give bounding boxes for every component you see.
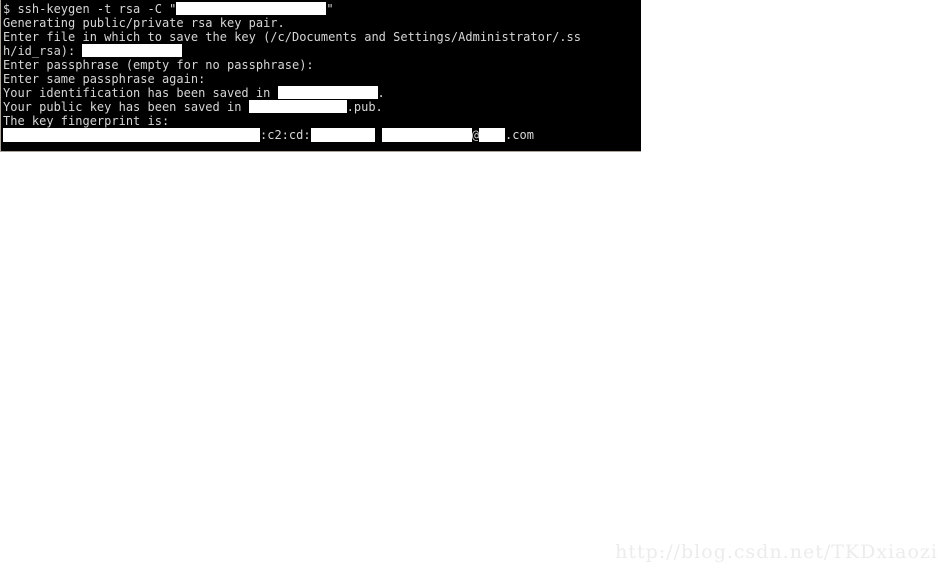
redaction-block xyxy=(3,128,260,142)
terminal-text: " xyxy=(326,2,334,16)
terminal-text: @ xyxy=(471,128,480,142)
line-enter-passphrase: Enter passphrase (empty for no passphras… xyxy=(3,58,641,72)
terminal-text: Your public key has been saved in xyxy=(3,100,249,114)
terminal-text: Generating public/private rsa key pair. xyxy=(3,16,285,30)
terminal-text: Enter passphrase (empty for no passphras… xyxy=(3,58,314,72)
line-fingerprint-value: :c2:cd: @ .com xyxy=(3,128,641,142)
redaction-block xyxy=(82,44,183,57)
redaction-block xyxy=(248,100,347,113)
redaction-block xyxy=(277,86,378,99)
redaction-block xyxy=(176,2,327,15)
line-identification-saved: Your identification has been saved in . xyxy=(3,86,641,100)
line-generating: Generating public/private rsa key pair. xyxy=(3,16,641,30)
line-public-key-saved: Your public key has been saved in .pub. xyxy=(3,100,641,114)
terminal-text: Enter same passphrase again: xyxy=(3,72,206,86)
line-enter-file: Enter file in which to save the key (/c/… xyxy=(3,30,641,44)
terminal-text: . xyxy=(377,86,385,100)
terminal-text: $ ssh-keygen -t rsa -C " xyxy=(3,2,177,16)
terminal-text: :c2:cd: xyxy=(260,128,311,142)
line-command: $ ssh-keygen -t rsa -C " " xyxy=(3,2,641,16)
terminal-text: Enter file in which to save the key (/c/… xyxy=(3,30,581,44)
line-enter-same-passphrase: Enter same passphrase again: xyxy=(3,72,641,86)
terminal-screen[interactable]: $ ssh-keygen -t rsa -C " " Generating publ… xyxy=(3,2,641,142)
terminal-text: .pub. xyxy=(346,100,383,114)
terminal-text: The key fingerprint is: xyxy=(3,114,170,128)
terminal-text: h/id_rsa): xyxy=(3,44,83,58)
blog-watermark: http://blog.csdn.net/TKDxiaozi xyxy=(615,541,938,563)
terminal-text: .com xyxy=(505,128,534,142)
line-id-rsa-prompt: h/id_rsa): xyxy=(3,44,641,58)
line-fingerprint-label: The key fingerprint is: xyxy=(3,114,641,128)
terminal-text: Your identification has been saved in xyxy=(3,86,278,100)
redaction-block xyxy=(479,128,506,142)
redaction-block xyxy=(310,128,375,142)
terminal-window[interactable]: $ ssh-keygen -t rsa -C " " Generating publ… xyxy=(0,0,641,152)
redaction-block xyxy=(381,128,472,142)
